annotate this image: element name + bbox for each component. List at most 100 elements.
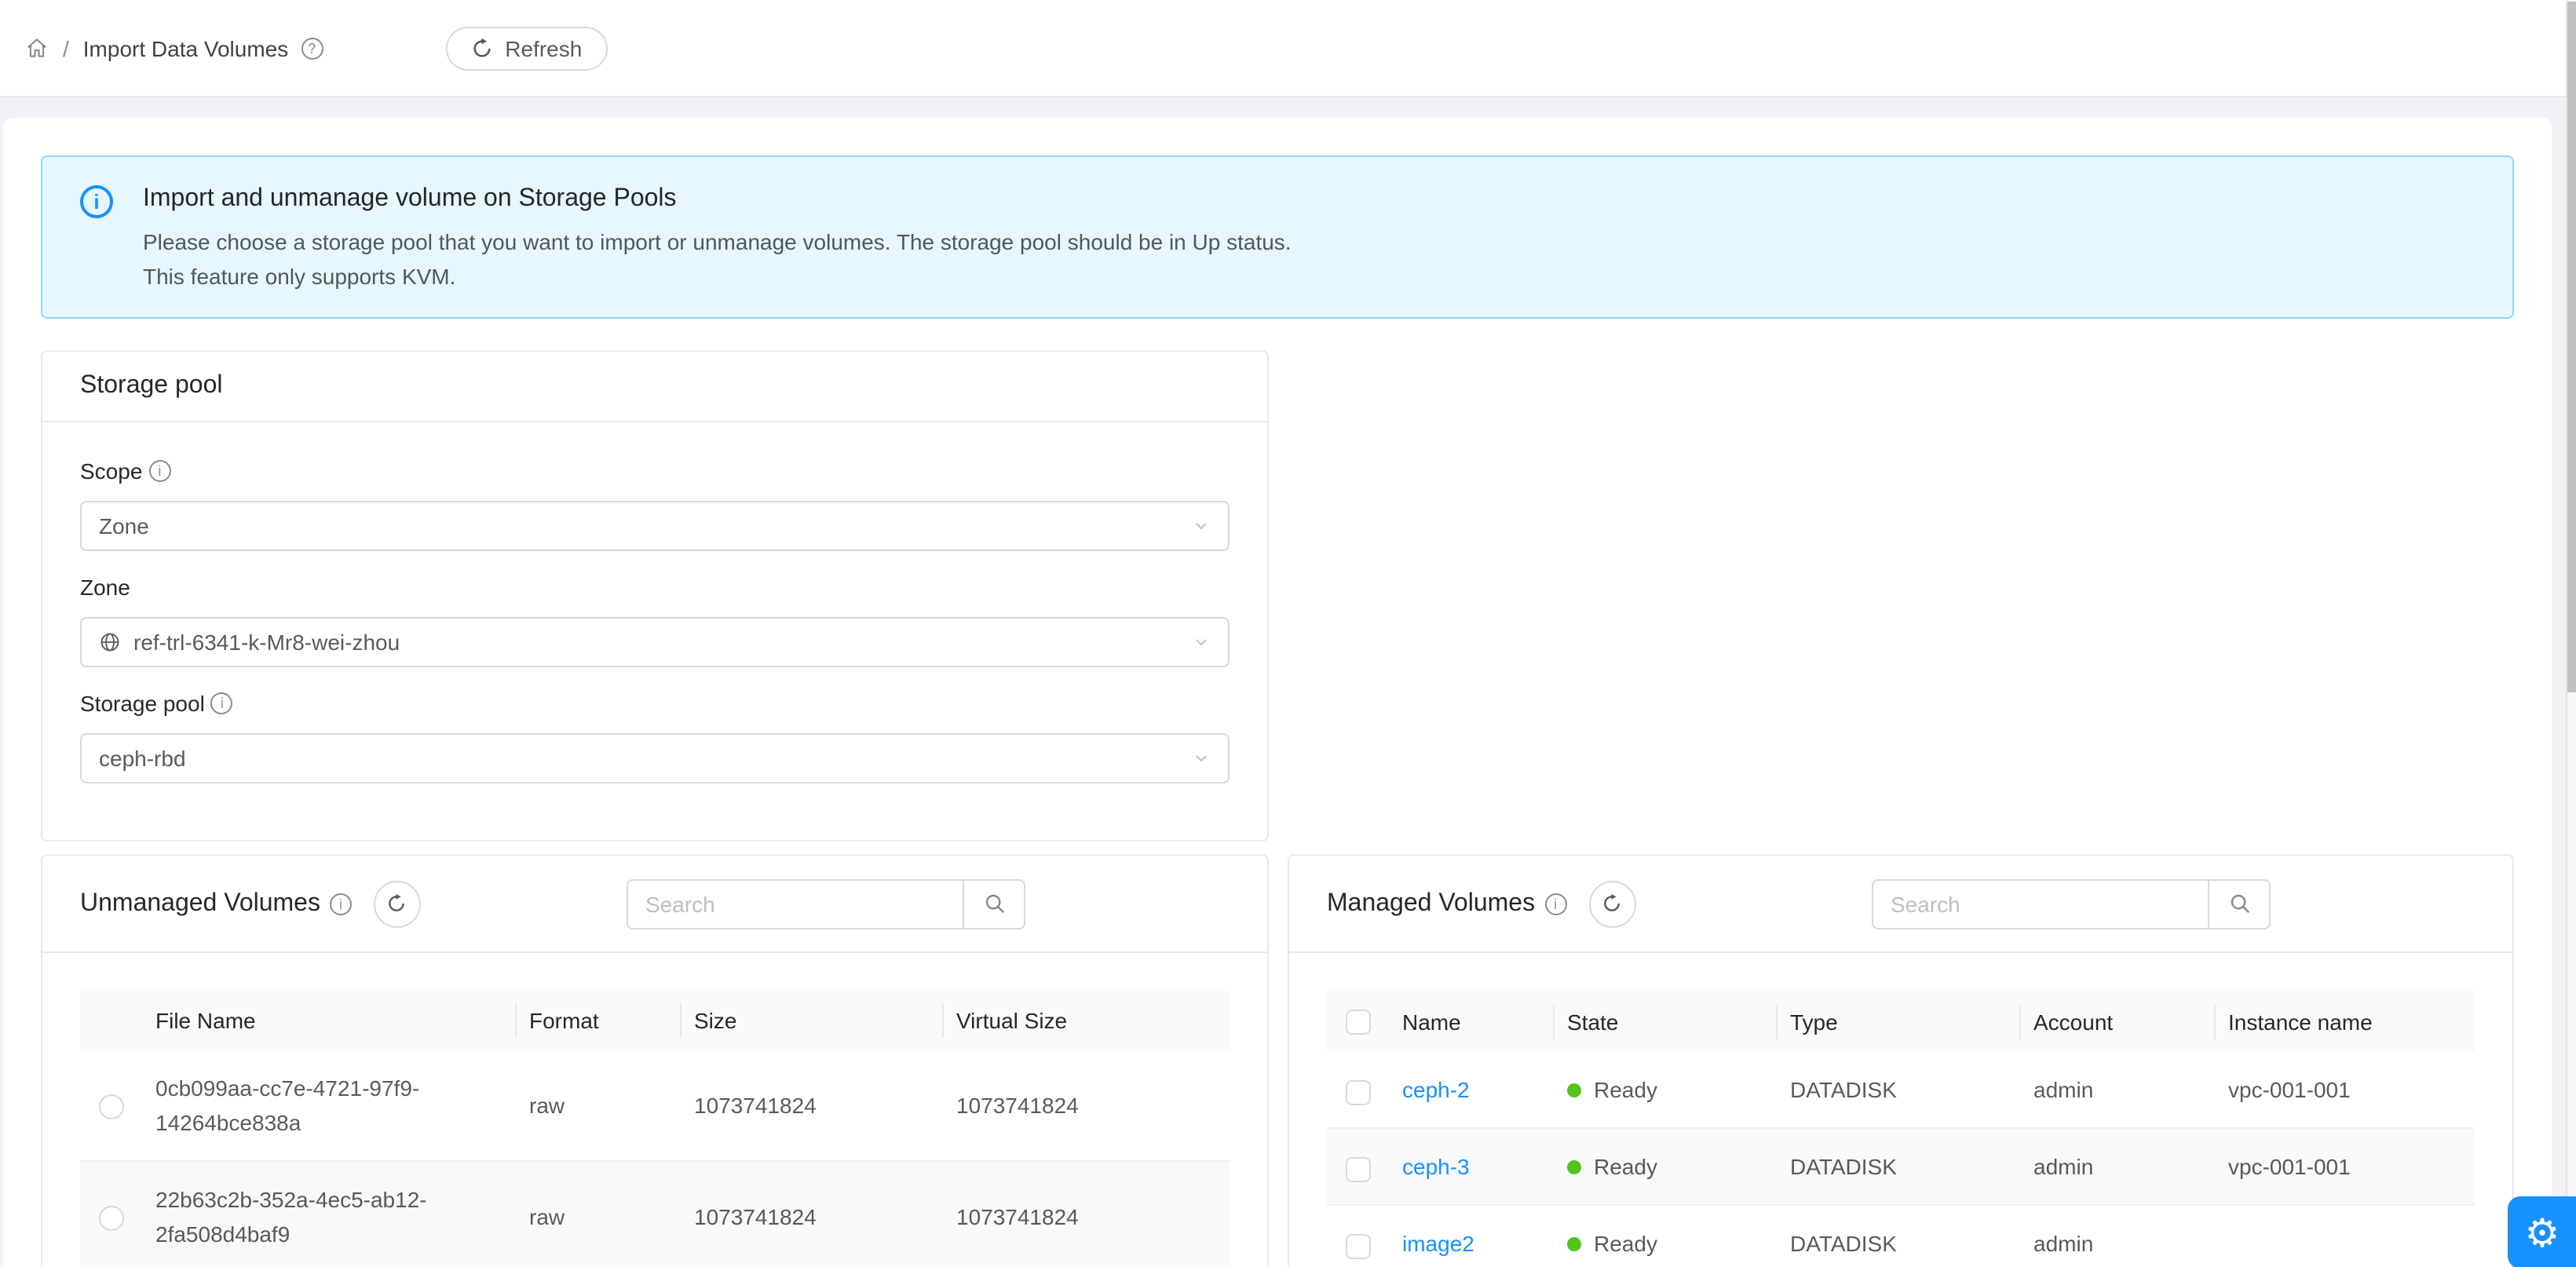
name-cell: ceph-2 [1390,1053,1555,1130]
unmanaged-search-input[interactable] [627,878,964,929]
type-cell: DATADISK [1778,1053,2021,1130]
help-icon[interactable] [301,37,323,59]
type-cell: DATADISK [1778,1130,2021,1207]
format-cell: raw [517,1162,681,1267]
instance-name-cell [2216,1207,2475,1267]
storage-pool-card: Storage pool Scope Zone [41,350,1269,842]
managed-volume-row: image2ReadyDATADISKadmin [1327,1207,2475,1267]
column-header-instance-name: Instance name [2216,991,2475,1053]
select-all-checkbox[interactable] [1346,1010,1371,1035]
virtual-size-cell: 1073741824 [944,1050,1230,1162]
file-name-cell: 22b63c2b-352a-4ec5-ab12-2fa508d4baf9 [143,1162,517,1267]
breadcrumb-bar: / Import Data Volumes Refresh [0,0,2576,97]
managed-volumes-panel: Managed Volumes [1288,854,2514,1267]
state-label: Ready [1594,1155,1657,1180]
refresh-button[interactable]: Refresh [445,26,607,70]
state-cell: Ready [1555,1053,1778,1130]
reload-icon [387,893,407,914]
home-icon[interactable] [25,36,49,60]
alert-description-line2: This feature only supports KVM. [143,259,2489,294]
instance-name-cell: vpc-001-001 [2216,1130,2475,1207]
row-checkbox[interactable] [1346,1233,1371,1258]
unmanaged-volumes-title: Unmanaged Volumes [80,889,320,918]
checkbox-cell [1327,1130,1390,1207]
account-cell: admin [2021,1130,2216,1207]
column-header-file-name: File Name [143,991,517,1050]
search-icon [2227,892,2251,915]
unmanaged-refresh-button[interactable] [374,880,421,927]
file-name-cell: 0cb099aa-cc7e-4721-97f9-14264bce838a [143,1050,517,1162]
state-cell: Ready [1555,1207,1778,1267]
managed-search-input[interactable] [1872,878,2209,929]
storage-pool-field: Storage pool ceph-rbd [80,686,1230,783]
storage-pool-select[interactable]: ceph-rbd [80,733,1230,783]
managed-volumes-title: Managed Volumes [1327,889,1535,918]
volume-name-link[interactable]: ceph-2 [1402,1078,1470,1103]
unmanaged-volume-row: 0cb099aa-cc7e-4721-97f9-14264bce838araw1… [80,1050,1230,1162]
volume-name-link[interactable]: image2 [1402,1232,1474,1257]
alert-description-line1: Please choose a storage pool that you wa… [143,225,2489,259]
row-radio[interactable] [99,1207,124,1232]
column-header-type: Type [1778,991,2021,1053]
column-header-name: Name [1390,991,1555,1053]
instance-name-cell: vpc-001-001 [2216,1053,2475,1130]
chevron-down-icon [1192,517,1211,535]
zone-select-value: ref-trl-6341-k-Mr8-wei-zhou [133,630,400,655]
storage-pool-card-header: Storage pool [42,352,1267,422]
row-radio[interactable] [99,1095,124,1120]
managed-info-icon[interactable] [1544,893,1566,915]
row-checkbox[interactable] [1346,1156,1371,1181]
refresh-label: Refresh [505,35,582,60]
radio-column-header [80,991,143,1050]
account-cell: admin [2021,1053,2216,1130]
column-header-account: Account [2021,991,2216,1053]
status-dot [1567,1238,1581,1252]
scrollbar-thumb[interactable] [2567,2,2576,692]
unmanaged-info-icon[interactable] [330,893,352,915]
status-dot [1567,1161,1581,1175]
scope-label: Scope [80,458,142,484]
size-cell: 1073741824 [681,1050,944,1162]
name-cell: ceph-3 [1390,1130,1555,1207]
row-checkbox[interactable] [1346,1079,1371,1105]
globe-icon [99,631,121,653]
select-all-column-header [1327,991,1390,1053]
virtual-size-cell: 1073741824 [944,1162,1230,1267]
zone-select[interactable]: ref-trl-6341-k-Mr8-wei-zhou [80,617,1230,667]
scope-select-value: Zone [99,513,149,539]
radio-cell [80,1162,143,1267]
scope-select[interactable]: Zone [80,501,1230,551]
state-label: Ready [1594,1232,1657,1257]
name-cell: image2 [1390,1207,1555,1267]
scope-field: Scope Zone [80,454,1230,551]
page-content: Import and unmanage volume on Storage Po… [0,97,2566,1267]
info-alert: Import and unmanage volume on Storage Po… [41,155,2514,319]
column-header-size: Size [681,991,944,1050]
volume-name-link[interactable]: ceph-3 [1402,1155,1470,1180]
column-header-virtual-size: Virtual Size [944,991,1230,1050]
settings-fab-button[interactable]: ⚙ [2508,1196,2576,1267]
gear-icon: ⚙ [2525,1210,2560,1255]
radio-cell [80,1050,143,1162]
reload-icon [1602,893,1622,914]
managed-search-button[interactable] [2208,878,2271,929]
column-header-state: State [1555,991,1778,1053]
state-cell: Ready [1555,1130,1778,1207]
status-dot [1567,1084,1581,1098]
zone-field: Zone ref-trl-6341-k-Mr8-wei-zhou [80,570,1230,667]
info-circle-icon [80,185,113,218]
search-icon [982,892,1006,915]
storage-pool-info-icon[interactable] [211,692,233,714]
column-header-format: Format [517,991,681,1050]
table-header-row: File Name Format Size Virtual Size [80,991,1230,1050]
managed-refresh-button[interactable] [1588,880,1635,927]
chevron-down-icon [1192,749,1211,768]
account-cell: admin [2021,1207,2216,1267]
zone-label: Zone [80,575,130,600]
scope-info-icon[interactable] [148,460,170,482]
unmanaged-volumes-panel: Unmanaged Volumes [41,854,1269,1267]
chevron-down-icon [1192,633,1211,652]
unmanaged-table-body: 0cb099aa-cc7e-4721-97f9-14264bce838araw1… [80,1050,1230,1267]
unmanaged-search-button[interactable] [963,878,1025,929]
state-label: Ready [1594,1078,1657,1103]
